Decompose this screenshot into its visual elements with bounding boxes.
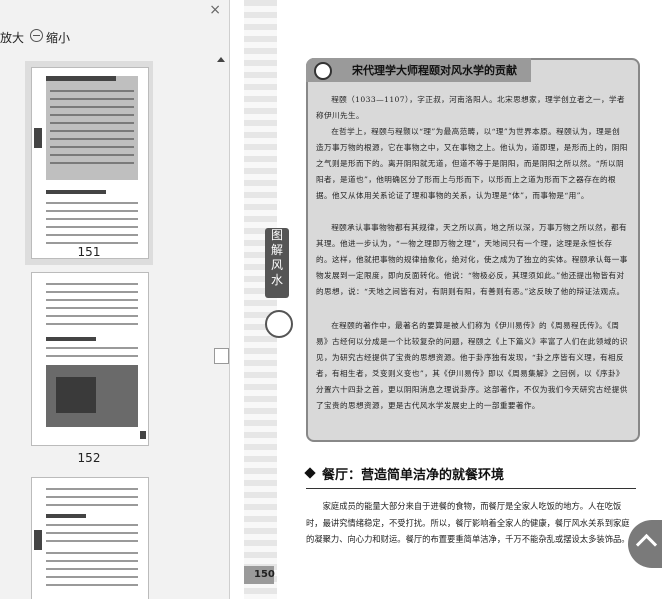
zoom-out-icon[interactable] (30, 29, 43, 42)
close-sidebar-button[interactable]: × (209, 2, 221, 18)
info-paragraph: 在程颐的著作中，最著名的要算是被人们称为《伊川易传》的《周易程氏传》。《周易》古… (316, 321, 628, 410)
thumbnail-page-number: 152 (77, 451, 101, 465)
thumbnail-item[interactable] (25, 475, 153, 599)
thumbnail-page-image (31, 67, 149, 259)
info-paragraph: 程颐（1033—1107），字正叔，河南洛阳人。北宋思想家，理学创立者之一，学者… (316, 95, 626, 120)
zoom-toolbar: 放大 缩小 (0, 26, 229, 48)
compass-icon (314, 62, 332, 80)
thumbnail-item-152[interactable] (25, 270, 153, 446)
info-paragraph: 程颐承认事事物物都有其规律，天之所以高，地之所以深，万事万物之所以然，都有其理。… (316, 223, 628, 296)
section-bullet-icon (304, 467, 316, 479)
page-margin-ornament (244, 0, 277, 599)
thumbnail-item-151[interactable] (25, 61, 153, 265)
scroll-up-icon[interactable] (217, 57, 225, 62)
thumbnail-page-image (31, 477, 149, 599)
section-divider (306, 488, 636, 489)
zoom-out-button[interactable]: 缩小 (46, 29, 70, 46)
bagua-emblem-icon (265, 310, 293, 338)
chapter-side-tab: 图 解 风 水 (265, 228, 289, 298)
info-paragraph: 在哲学上，程颐与程颢以“理”为最高范畴，以“理”为世界本原。程颐认为，理是创造万… (316, 127, 628, 200)
zoom-in-button[interactable]: 放大 (0, 29, 24, 46)
thumbnail-page-image (31, 272, 149, 446)
page-viewer: 图 解 风 水 宋代理学大师程颐对风水学的贡献 程颐（1033—1107），字正… (244, 0, 662, 599)
info-box-title: 宋代理学大师程颐对风水学的贡献 (352, 64, 517, 77)
thumbnail-page-number: 151 (77, 245, 101, 259)
side-tab-char: 风 (270, 258, 283, 272)
page-number: 150 (254, 569, 275, 580)
side-tab-char: 解 (270, 243, 283, 257)
scroll-thumb[interactable] (214, 348, 229, 364)
side-tab-char: 水 (270, 273, 283, 287)
section-title: 餐厅：营造简单洁净的就餐环境 (322, 468, 505, 483)
thumbnail-sidebar: × 放大 缩小 151 152 (0, 0, 230, 599)
thumbnail-scrollbar[interactable] (213, 55, 229, 599)
thumbnail-list: 151 152 (0, 55, 213, 599)
section-body: 家庭成员的能量大部分来自于进餐的食物，而餐厅是全家人吃饭的地方。人在吃饭时，最讲… (306, 501, 630, 544)
side-tab-char: 图 (270, 228, 283, 242)
